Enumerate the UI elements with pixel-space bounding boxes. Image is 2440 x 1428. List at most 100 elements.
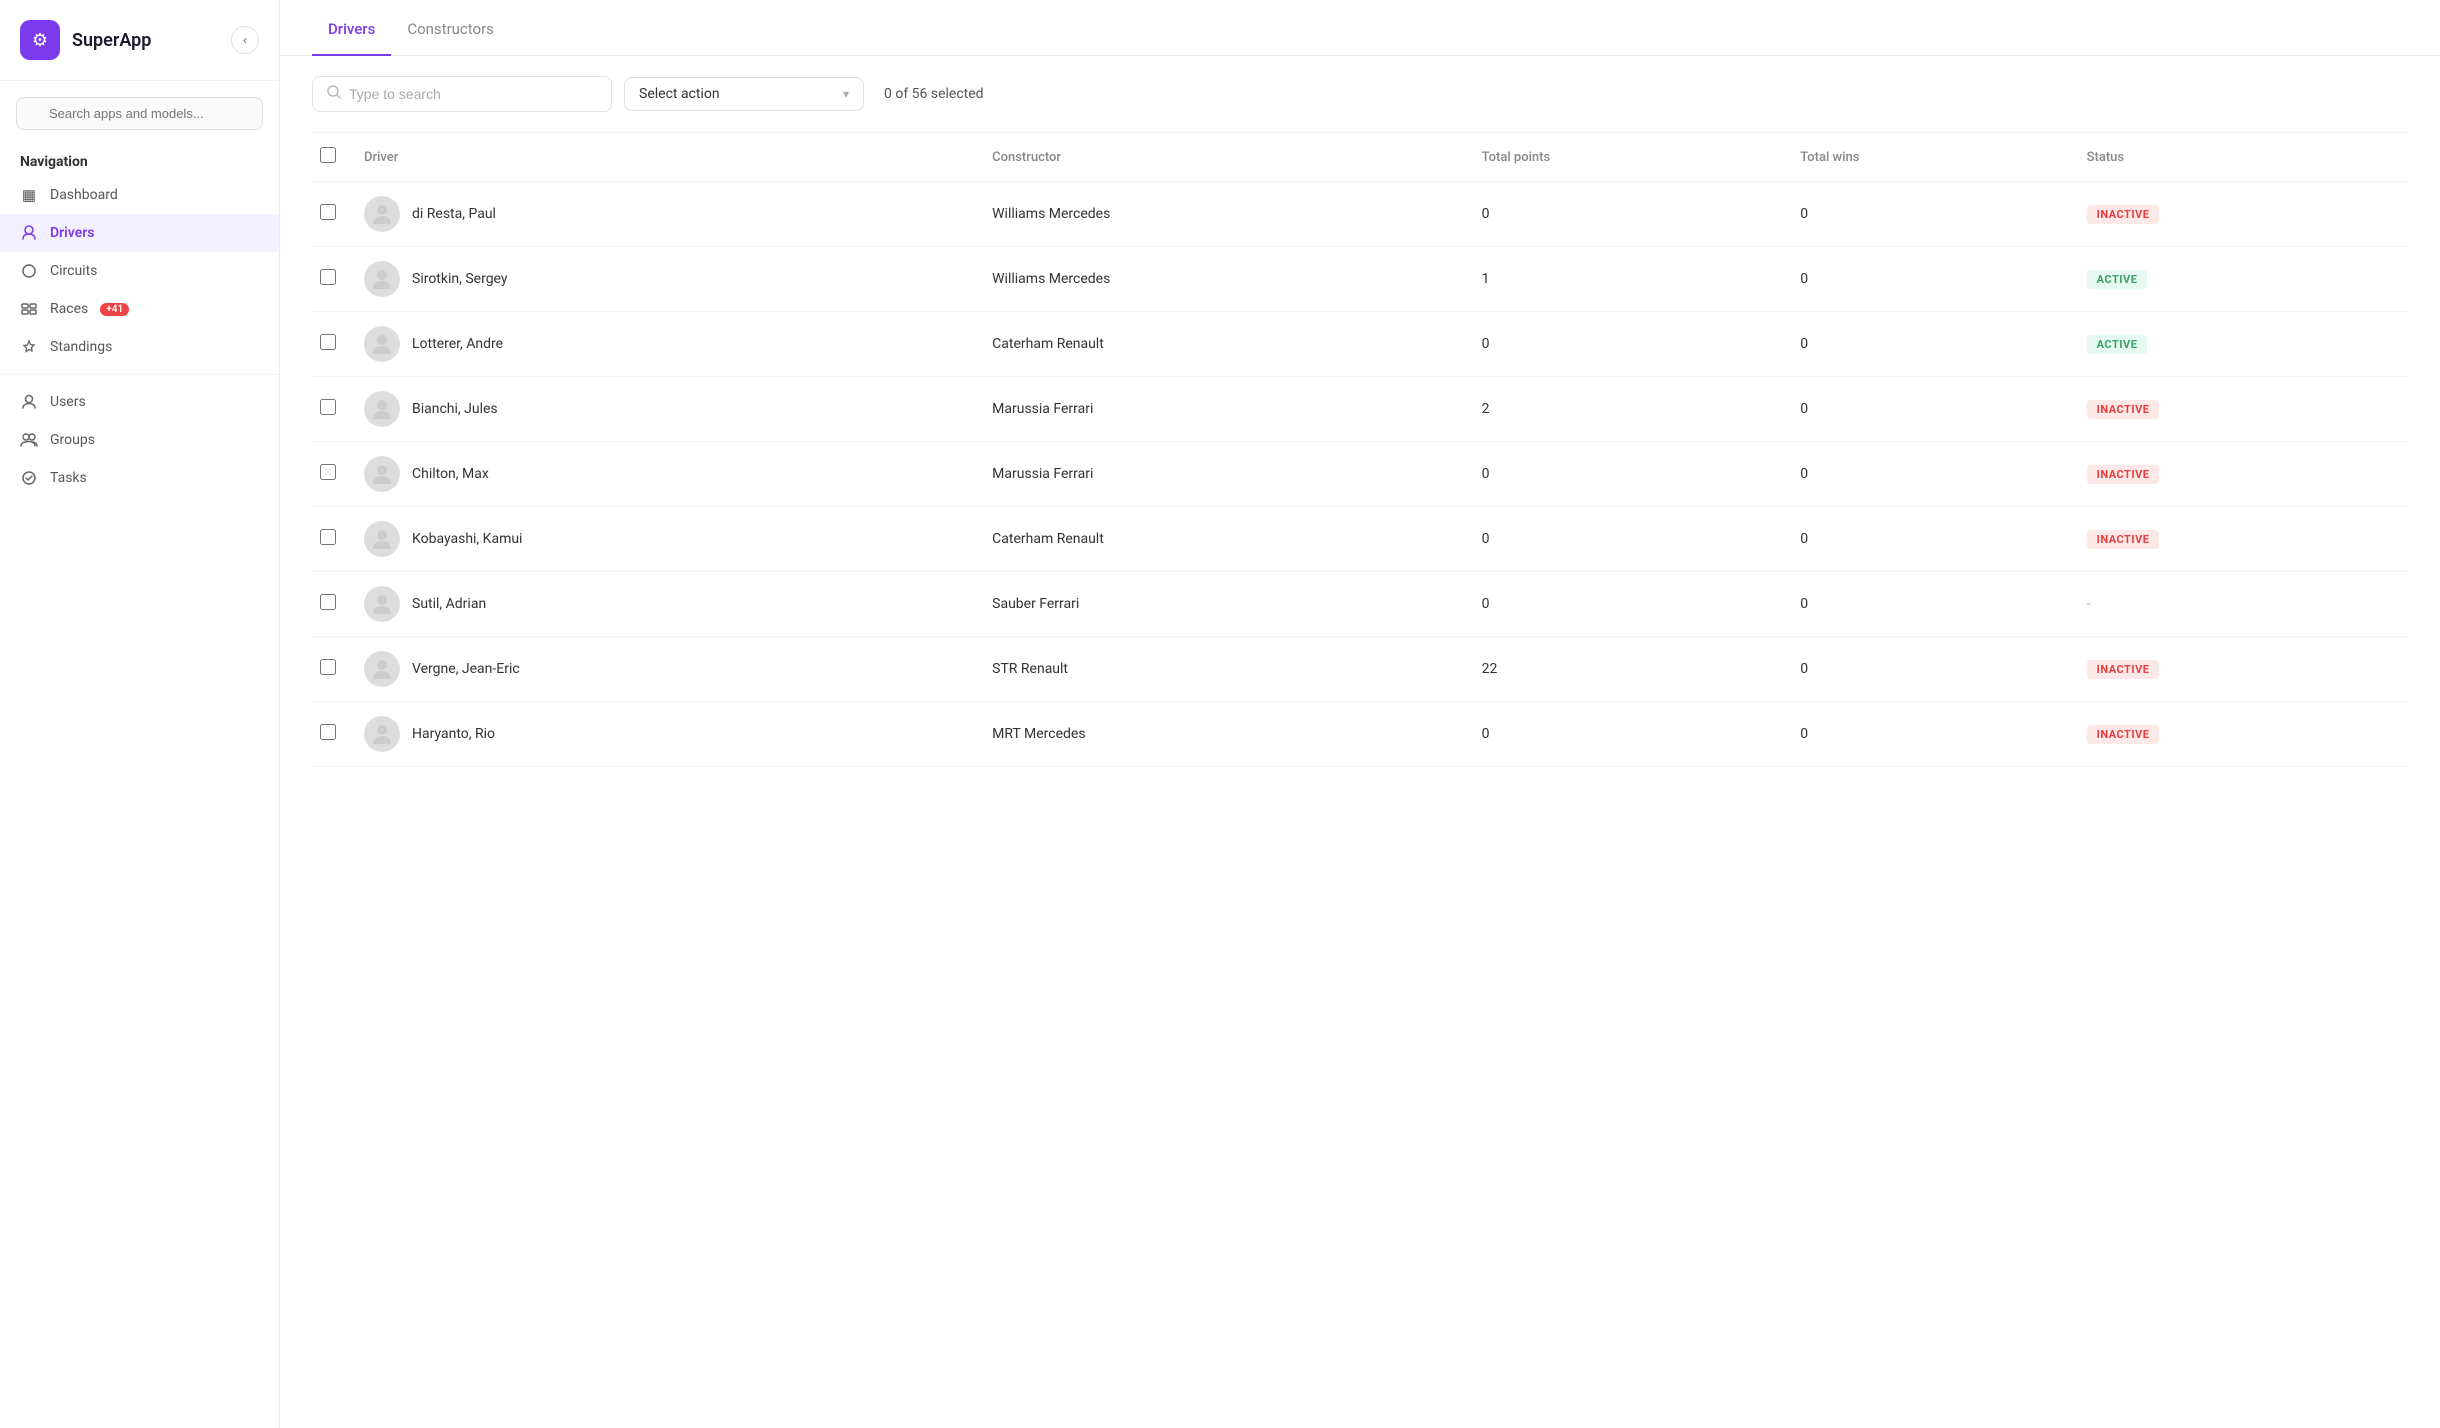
circuits-icon [20,262,38,280]
races-badge: +41 [100,303,129,316]
row-checkbox[interactable] [320,399,336,415]
constructor-cell: Marussia Ferrari [980,442,1469,507]
sidebar-item-label-standings: Standings [50,339,112,355]
driver-avatar [364,326,400,362]
row-checkbox[interactable] [320,659,336,675]
status-cell: INACTIVE [2075,442,2408,507]
driver-cell: Lotterer, Andre [352,312,980,377]
row-checkbox[interactable] [320,204,336,220]
row-checkbox-cell [312,442,352,507]
table-row: Sutil, Adrian Sauber Ferrari00- [312,572,2408,637]
driver-cell: Chilton, Max [352,442,980,507]
sidebar-item-label-circuits: Circuits [50,263,97,279]
driver-cell: Sutil, Adrian [352,572,980,637]
total-wins-cell: 0 [1788,637,2074,702]
sidebar-item-races[interactable]: Races +41 [0,290,279,328]
constructor-cell: Caterham Renault [980,507,1469,572]
constructor-cell: Williams Mercedes [980,182,1469,247]
table-row: Bianchi, Jules Marussia Ferrari20INACTIV… [312,377,2408,442]
total-points-cell: 0 [1470,572,1789,637]
sidebar-search-wrapper: ⊞ [16,97,263,130]
row-checkbox[interactable] [320,724,336,740]
table-row: di Resta, Paul Williams Mercedes00INACTI… [312,182,2408,247]
status-badge: INACTIVE [2087,465,2160,484]
selection-count: 0 of 56 selected [884,86,984,102]
driver-cell: Bianchi, Jules [352,377,980,442]
driver-avatar [364,521,400,557]
table-row: Sirotkin, Sergey Williams Mercedes10ACTI… [312,247,2408,312]
app-title: SuperApp [72,30,151,51]
users-icon [20,393,38,411]
status-badge: INACTIVE [2087,660,2160,679]
total-points-cell: 0 [1470,442,1789,507]
row-checkbox-cell [312,247,352,312]
status-badge: INACTIVE [2087,725,2160,744]
sidebar-item-label-races: Races [50,301,88,317]
status-cell: INACTIVE [2075,507,2408,572]
total-points-cell: 0 [1470,312,1789,377]
table-body: di Resta, Paul Williams Mercedes00INACTI… [312,182,2408,767]
sidebar: ⚙ SuperApp ‹ ⊞ Navigation ▦ Dashboard Dr… [0,0,280,1428]
logo-icon: ⚙ [32,30,48,51]
tab-drivers[interactable]: Drivers [312,0,391,56]
status-badge: ACTIVE [2087,270,2148,289]
sidebar-header: ⚙ SuperApp ‹ [0,0,279,81]
driver-name: Bianchi, Jules [412,401,498,417]
th-status: Status [2075,133,2408,182]
total-wins-cell: 0 [1788,247,2074,312]
row-checkbox-cell [312,312,352,377]
tab-constructors[interactable]: Constructors [391,0,510,56]
standings-icon [20,338,38,356]
row-checkbox-cell [312,572,352,637]
row-checkbox[interactable] [320,334,336,350]
search-input[interactable] [349,86,597,102]
sidebar-item-circuits[interactable]: Circuits [0,252,279,290]
constructor-cell: Sauber Ferrari [980,572,1469,637]
sidebar-item-users[interactable]: Users [0,383,279,421]
sidebar-item-label-tasks: Tasks [50,470,87,486]
table-row: Kobayashi, Kamui Caterham Renault00INACT… [312,507,2408,572]
th-constructor: Constructor [980,133,1469,182]
row-checkbox[interactable] [320,464,336,480]
total-wins-cell: 0 [1788,702,2074,767]
sidebar-search-area: ⊞ [0,81,279,146]
driver-avatar [364,261,400,297]
select-all-checkbox[interactable] [320,147,336,163]
sidebar-item-drivers[interactable]: Drivers [0,214,279,252]
sidebar-item-standings[interactable]: Standings [0,328,279,366]
search-box[interactable] [312,76,612,112]
sidebar-item-tasks[interactable]: Tasks [0,459,279,497]
table-row: Haryanto, Rio MRT Mercedes00INACTIVE [312,702,2408,767]
nav-section-label: Navigation [0,146,279,176]
status-badge: INACTIVE [2087,205,2160,224]
status-badge: ACTIVE [2087,335,2148,354]
driver-name: Lotterer, Andre [412,336,503,352]
status-badge: INACTIVE [2087,400,2160,419]
driver-name: Chilton, Max [412,466,489,482]
row-checkbox[interactable] [320,594,336,610]
total-wins-cell: 0 [1788,507,2074,572]
sidebar-collapse-button[interactable]: ‹ [231,26,259,54]
driver-name: Kobayashi, Kamui [412,531,522,547]
chevron-down-icon: ▾ [843,87,849,101]
driver-cell: Haryanto, Rio [352,702,980,767]
sidebar-item-label-users: Users [50,394,86,410]
action-select[interactable]: Select action ▾ [624,77,864,111]
driver-avatar [364,651,400,687]
row-checkbox[interactable] [320,529,336,545]
total-wins-cell: 0 [1788,442,2074,507]
status-badge: - [2087,596,2091,612]
row-checkbox[interactable] [320,269,336,285]
sidebar-item-label-groups: Groups [50,432,95,448]
nav-divider [0,374,279,375]
sidebar-item-dashboard[interactable]: ▦ Dashboard [0,176,279,214]
status-cell: INACTIVE [2075,182,2408,247]
groups-icon [20,431,38,449]
th-checkbox [312,133,352,182]
sidebar-item-groups[interactable]: Groups [0,421,279,459]
sidebar-search-input[interactable] [16,97,263,130]
table-row: Chilton, Max Marussia Ferrari00INACTIVE [312,442,2408,507]
status-cell: ACTIVE [2075,247,2408,312]
driver-avatar [364,456,400,492]
status-cell: INACTIVE [2075,702,2408,767]
